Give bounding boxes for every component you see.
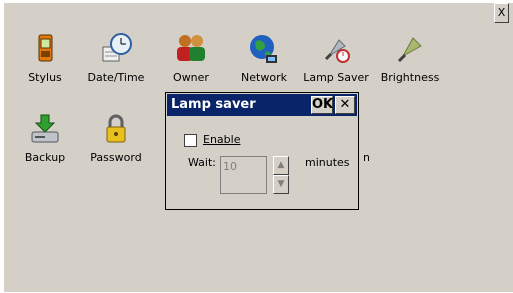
enable-checkbox[interactable] — [184, 134, 197, 147]
owner-label: Owner — [173, 71, 209, 84]
bulb-icon — [397, 37, 422, 63]
owner-item[interactable]: Owner — [151, 32, 231, 84]
brightness-label: Brightness — [380, 71, 440, 84]
stylus-label: Stylus — [28, 71, 62, 84]
spin-up-button[interactable]: ▲ — [273, 156, 289, 175]
backup-label: Backup — [24, 151, 66, 164]
backup-icon — [31, 114, 59, 143]
lock-icon — [106, 114, 126, 143]
network-label: Network — [241, 71, 287, 84]
stylus-icon — [38, 34, 53, 62]
clock-icon — [102, 33, 132, 62]
datetime-label: Date/Time — [87, 71, 145, 84]
dialog-title-bar[interactable]: Lamp saver OK ✕ — [167, 94, 357, 116]
lamp-icon — [324, 39, 350, 63]
brightness-item[interactable]: Brightness — [370, 32, 450, 84]
minutes-label: minutes — [305, 156, 350, 169]
wait-minutes-input[interactable]: 10 — [220, 156, 267, 194]
enable-label-text: Enable — [203, 133, 241, 146]
lampsaver-item[interactable]: Lamp Saver — [296, 32, 376, 84]
stylus-item[interactable]: Stylus — [5, 32, 85, 84]
backup-item[interactable]: Backup — [5, 112, 85, 164]
wait-label: Wait: — [188, 156, 216, 169]
lamp-saver-dialog: Lamp saver OK ✕ Enable Wait: 10 ▲ ▼ minu… — [165, 92, 359, 210]
enable-label[interactable]: Enable — [203, 133, 240, 146]
obscured-label-fragment: n — [363, 151, 370, 164]
dialog-title: Lamp saver — [171, 97, 256, 112]
password-item[interactable]: Password — [76, 112, 156, 164]
password-label: Password — [90, 151, 142, 164]
ok-button[interactable]: OK — [311, 96, 333, 114]
window-close-button[interactable]: X — [494, 3, 509, 23]
globe-icon — [250, 35, 277, 63]
spin-down-button[interactable]: ▼ — [273, 175, 289, 194]
network-item[interactable]: Network — [224, 32, 304, 84]
dialog-close-button[interactable]: ✕ — [335, 96, 355, 114]
lampsaver-label: Lamp Saver — [303, 71, 369, 84]
datetime-item[interactable]: Date/Time — [76, 32, 156, 84]
owner-icon — [177, 35, 205, 61]
